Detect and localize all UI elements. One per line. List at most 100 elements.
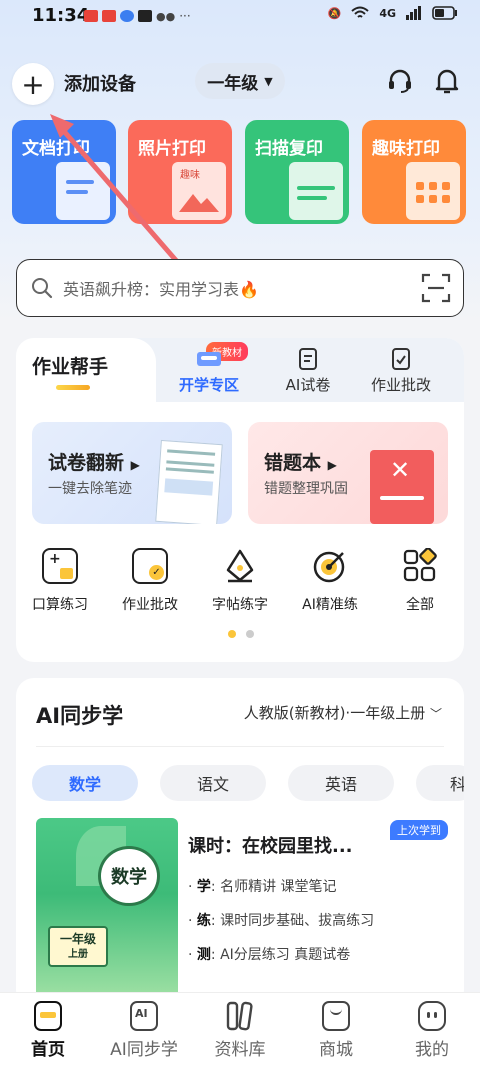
bell-icon	[435, 69, 459, 94]
nav-home-label: 首页	[31, 1040, 65, 1060]
subject-tab-math[interactable]: 数学	[32, 765, 138, 801]
practice-text: 课时同步基础、拔高练习	[220, 913, 375, 929]
lesson-learn-line: · 学: 名师精讲 课堂笔记	[188, 879, 337, 895]
nav-profile-label: 我的	[415, 1040, 449, 1060]
ai-book-icon: AI	[130, 1001, 158, 1031]
grid-icon	[402, 547, 438, 584]
nav-ai-sync[interactable]: AI AI同步学	[96, 1001, 192, 1060]
tool-all[interactable]: 全部	[380, 547, 460, 614]
pen-nib-icon	[222, 548, 258, 584]
network-label: 4G	[379, 6, 396, 20]
homework-title: 作业帮手	[32, 356, 109, 378]
exam-refresh-title-text: 试卷翻新	[48, 452, 125, 474]
test-text: AI分层练习 真题试卷	[220, 947, 351, 963]
notification-button[interactable]	[432, 66, 462, 96]
nav-mall-label: 商城	[319, 1040, 353, 1060]
play-triangle-icon: ▶	[130, 458, 140, 472]
home-printer-icon	[34, 1001, 62, 1031]
search-bar[interactable]: 英语飙升榜：实用学习表🔥	[16, 259, 464, 317]
customer-service-button[interactable]	[385, 66, 415, 96]
exam-refresh-subtitle: 一键去除笔迹	[48, 481, 132, 497]
battery-icon	[432, 6, 457, 20]
carousel-dots	[228, 630, 254, 638]
tool-ai-practice-label: AI精准练	[302, 597, 358, 613]
lesson-practice-line: · 练: 课时同步基础、拔高练习	[188, 913, 375, 929]
search-placeholder: 英语飙升榜：实用学习表🔥	[63, 280, 259, 299]
tool-ai-practice[interactable]: AI精准练	[290, 548, 370, 614]
tool-mental-math-label: 口算练习	[32, 597, 88, 613]
nav-home[interactable]: 首页	[0, 1001, 96, 1060]
headset-icon	[389, 69, 411, 93]
carousel-dot-active	[228, 630, 236, 638]
exam-paper-image	[155, 439, 223, 524]
divider	[36, 746, 444, 747]
subject-tab-science[interactable]: 科	[416, 765, 464, 801]
title-underline	[56, 385, 90, 390]
ai-sync-title: AI同步学	[36, 704, 124, 728]
subject-tab-english[interactable]: 英语	[288, 765, 394, 801]
subject-tab-chinese[interactable]: 语文	[160, 765, 266, 801]
grade-label: 一年级	[207, 73, 259, 94]
tab-school-start[interactable]: 开学专区	[166, 348, 252, 395]
tab-homework-grading-label: 作业批改	[370, 376, 431, 394]
book-stack-icon	[197, 352, 221, 366]
tool-mental-math[interactable]: + 口算练习	[20, 548, 100, 614]
nav-ai-sync-label: AI同步学	[110, 1040, 178, 1060]
scan-copy-card[interactable]: 扫描复印	[245, 120, 349, 224]
play-triangle-icon: ▶	[327, 458, 337, 472]
exam-refresh-title: 试卷翻新 ▶	[48, 448, 140, 475]
more-icon: ···	[179, 9, 191, 23]
grading-icon: ✓	[132, 548, 168, 584]
textbook-cover[interactable]: 数学 一年级 上册	[36, 818, 178, 1008]
nav-mall[interactable]: 商城	[288, 1001, 384, 1060]
add-device-label[interactable]: 添加设备	[64, 70, 136, 96]
mental-math-icon: +	[42, 548, 78, 584]
edition-selector[interactable]: 人教版(新教材)·一年级上册 ﹀	[244, 702, 442, 723]
tool-homework-grading[interactable]: ✓ 作业批改	[110, 548, 190, 614]
target-icon	[312, 548, 348, 584]
ai-sync-panel: AI同步学 人教版(新教材)·一年级上册 ﹀ 数学 语文 英语 科 数学 一年级…	[16, 678, 464, 1008]
wechat-icon: ●●	[156, 9, 176, 23]
mistake-book-title: 错题本 ▶	[264, 448, 337, 475]
scan-icon[interactable]	[421, 273, 451, 303]
tool-calligraphy-label: 字帖练字	[212, 597, 268, 613]
tool-all-label: 全部	[406, 597, 434, 613]
tab-homework-grading[interactable]: 作业批改	[360, 348, 442, 395]
nav-library-label: 资料库	[214, 1040, 266, 1060]
signal-icon	[406, 6, 421, 20]
tab-ai-exam[interactable]: AI试卷	[268, 348, 348, 395]
practice-key: 练	[196, 913, 211, 929]
checklist-icon	[392, 348, 410, 370]
textbook-grade-text: 一年级	[59, 932, 96, 946]
mistake-book-subtitle: 错题整理巩固	[264, 481, 348, 497]
grade-selector[interactable]: 一年级 ▼	[195, 63, 285, 99]
tool-calligraphy[interactable]: 字帖练字	[200, 548, 280, 614]
app-notification-icon	[138, 10, 152, 22]
exam-refresh-card[interactable]: 试卷翻新 ▶ 一键去除笔迹	[32, 422, 232, 524]
library-icon	[226, 1001, 254, 1031]
lesson-test-line: · 测: AI分层练习 真题试卷	[188, 947, 351, 963]
mistake-book-card[interactable]: 错题本 ▶ 错题整理巩固 ✕	[248, 422, 448, 524]
learn-key: 学	[196, 879, 211, 895]
plus-icon: +	[21, 67, 45, 101]
app-notification-icon	[84, 10, 98, 22]
fun-print-card[interactable]: 趣味打印	[362, 120, 466, 224]
edition-label: 人教版(新教材)·一年级上册	[243, 704, 426, 722]
profile-face-icon	[418, 1001, 446, 1031]
tab-school-start-label: 开学专区	[178, 376, 239, 394]
notification-icons: ●● ···	[84, 9, 191, 23]
nav-profile[interactable]: 我的	[384, 1001, 480, 1060]
mute-icon: 🔕	[327, 6, 342, 20]
caret-down-icon: ▼	[264, 74, 273, 88]
scanner-icon	[289, 162, 343, 220]
chevron-down-icon: ﹀	[429, 707, 442, 721]
nav-library[interactable]: 资料库	[192, 1001, 288, 1060]
lesson-title[interactable]: 课时：在校园里找...	[188, 832, 353, 858]
learn-text: 名师精讲 课堂笔记	[220, 879, 337, 895]
wifi-icon	[351, 6, 369, 18]
search-icon	[32, 278, 53, 299]
mistake-book-image: ✕	[370, 450, 434, 524]
calendar-icon	[406, 162, 460, 220]
mistake-book-title-text: 错题本	[264, 452, 322, 474]
add-device-button[interactable]: +	[12, 63, 54, 105]
